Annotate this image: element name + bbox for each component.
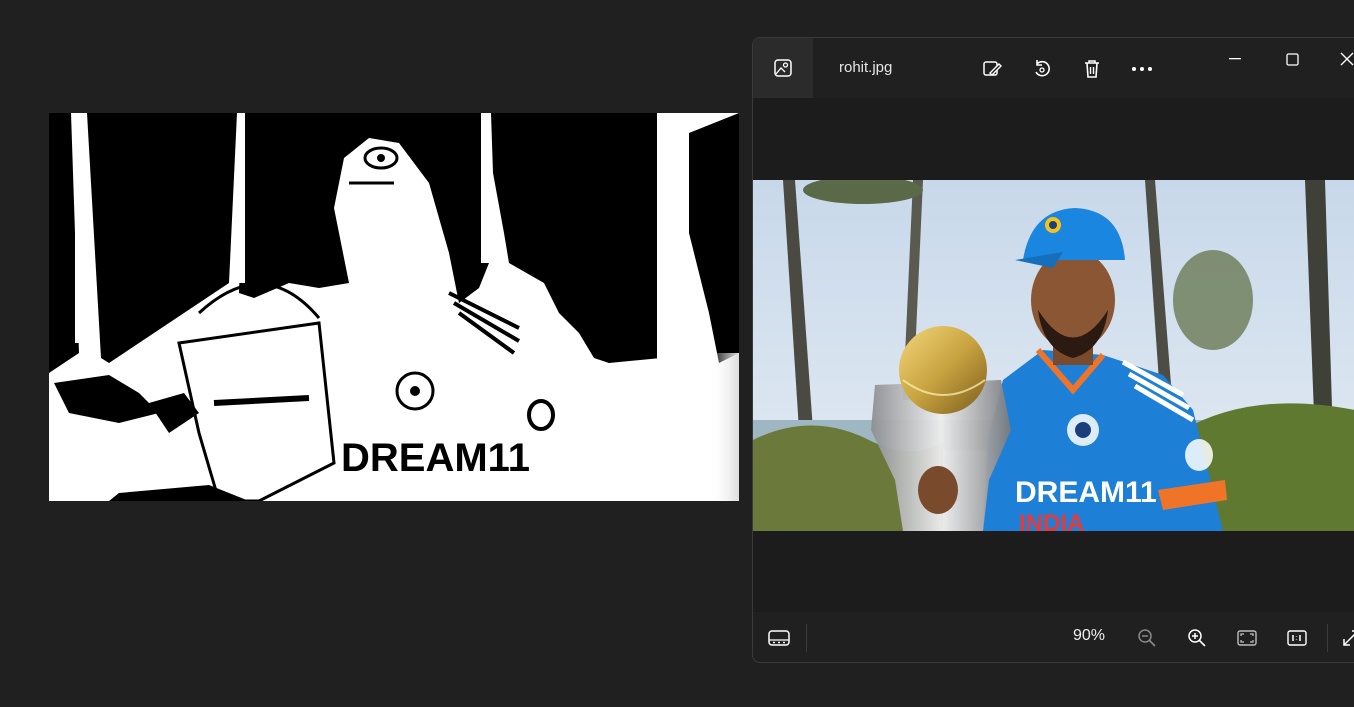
delete-icon[interactable] [1079, 56, 1105, 82]
filmstrip-icon[interactable] [765, 624, 793, 652]
photo-jersey-text-2: INDIA [1019, 510, 1084, 531]
toolbar-divider-2 [1327, 624, 1328, 652]
photo-jersey-text: DREAM11 [1015, 476, 1157, 509]
maximize-icon[interactable] [1272, 46, 1312, 72]
photo-app-icon[interactable] [753, 38, 813, 98]
threshold-image: DREAM11 [49, 113, 739, 501]
zoom-out-icon[interactable] [1133, 624, 1161, 652]
close-icon[interactable] [1327, 46, 1354, 72]
file-name: rohit.jpg [839, 59, 893, 76]
rotate-icon[interactable] [1029, 56, 1055, 82]
toolbar-divider [806, 624, 807, 652]
fullscreen-icon[interactable] [1337, 624, 1354, 652]
zoom-in-icon[interactable] [1183, 624, 1211, 652]
edit-image-icon[interactable] [979, 56, 1005, 82]
minimize-icon[interactable] [1215, 46, 1255, 72]
title-bar: rohit.jpg [753, 38, 1354, 98]
desktop: DREAM11 rohit.jpg DREAM11 INDIA 90% [0, 0, 1354, 707]
threshold-jersey-text: DREAM11 [341, 436, 530, 480]
zoom-level: 90% [1073, 627, 1106, 644]
photo: DREAM11 INDIA [753, 180, 1354, 531]
bottom-toolbar: 90% [753, 612, 1354, 662]
image-canvas[interactable]: DREAM11 INDIA [753, 98, 1354, 614]
fit-window-icon[interactable] [1233, 624, 1261, 652]
more-icon[interactable] [1129, 56, 1155, 82]
actual-size-icon[interactable] [1283, 624, 1311, 652]
photo-viewer-window: rohit.jpg DREAM11 INDIA 90% [752, 37, 1354, 663]
